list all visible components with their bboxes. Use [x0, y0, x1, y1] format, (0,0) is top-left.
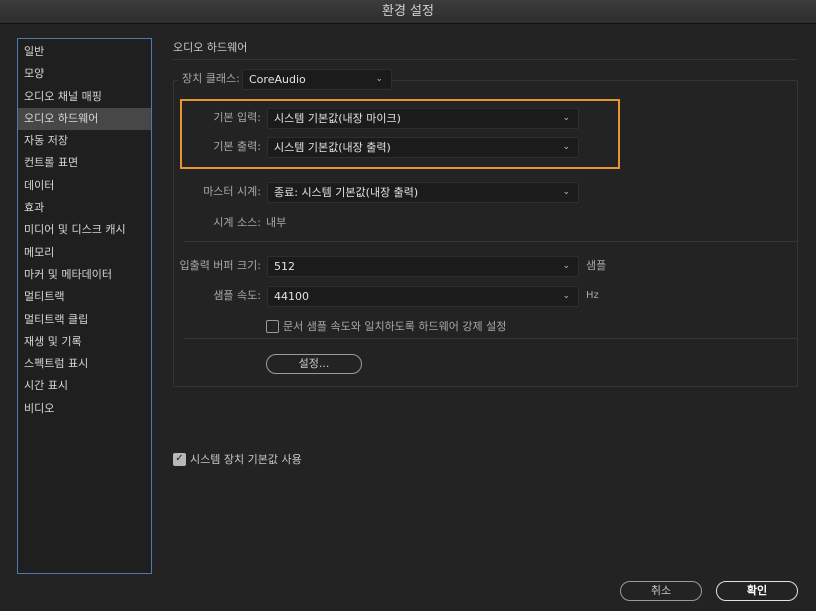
chevron-down-icon: ⌄: [375, 74, 383, 84]
device-class-value: CoreAudio: [249, 73, 306, 86]
sidebar-item[interactable]: 컨트롤 표면: [18, 152, 151, 174]
master-clock-label: 마스터 시계:: [203, 185, 261, 198]
cancel-button[interactable]: 취소: [620, 581, 702, 601]
divider: [184, 241, 797, 242]
section-title: 오디오 하드웨어: [173, 41, 248, 54]
divider: [184, 338, 797, 339]
default-input-dropdown[interactable]: 시스템 기본값(내장 마이크) ⌄: [267, 108, 579, 129]
default-input-value: 시스템 기본값(내장 마이크): [274, 112, 401, 125]
sidebar-item[interactable]: 오디오 하드웨어: [18, 107, 151, 131]
clock-source-value: 내부: [266, 216, 287, 229]
sidebar-item[interactable]: 스펙트럼 표시: [18, 353, 151, 375]
checkbox-unchecked-icon[interactable]: [266, 319, 279, 333]
chevron-down-icon: ⌄: [562, 187, 570, 197]
sidebar-item[interactable]: 오디오 채널 매핑: [18, 86, 151, 108]
sample-rate-value: 44100: [274, 290, 309, 303]
checkmark-icon[interactable]: ✓: [173, 452, 186, 466]
default-output-value: 시스템 기본값(내장 출력): [274, 141, 391, 154]
use-system-default-label: 시스템 장치 기본값 사용: [190, 453, 302, 466]
sidebar-item[interactable]: 시간 표시: [18, 375, 151, 397]
force-rate-label: 문서 샘플 속도와 일치하도록 하드웨어 강제 설정: [283, 320, 507, 333]
sample-rate-dropdown[interactable]: 44100 ⌄: [267, 286, 579, 307]
chevron-down-icon: ⌄: [562, 291, 570, 301]
ok-button[interactable]: 확인: [716, 581, 798, 601]
buffer-size-unit: 샘플: [586, 259, 607, 272]
buffer-size-dropdown[interactable]: 512 ⌄: [267, 256, 579, 277]
settings-button[interactable]: 설정...: [266, 354, 362, 374]
sample-rate-label: 샘플 속도:: [213, 289, 261, 302]
chevron-down-icon: ⌄: [562, 261, 570, 271]
category-list[interactable]: 일반 모양 오디오 채널 매핑 오디오 하드웨어 자동 저장 컨트롤 표면 데이터 효과 미디어…: [17, 38, 152, 574]
sidebar-item[interactable]: 자동 저장: [18, 130, 151, 152]
device-class-dropdown[interactable]: CoreAudio ⌄: [242, 69, 392, 90]
title-bar: 환경 설정: [0, 0, 816, 24]
master-clock-value: 종료: 시스템 기본값(내장 출력): [274, 186, 419, 199]
default-output-dropdown[interactable]: 시스템 기본값(내장 출력) ⌄: [267, 137, 579, 158]
chevron-down-icon: ⌄: [562, 113, 570, 123]
sidebar-item[interactable]: 재생 및 기록: [18, 331, 151, 353]
sidebar-item[interactable]: 데이터: [18, 175, 151, 197]
clock-source-label: 시계 소스:: [213, 216, 261, 229]
master-clock-dropdown[interactable]: 종료: 시스템 기본값(내장 출력) ⌄: [267, 182, 579, 203]
sample-rate-unit: Hz: [586, 290, 599, 301]
buffer-size-value: 512: [274, 260, 295, 273]
divider: [173, 59, 797, 60]
chevron-down-icon: ⌄: [562, 142, 570, 152]
use-system-default-checkbox[interactable]: ✓ 시스템 장치 기본값 사용: [173, 451, 302, 467]
sidebar-item[interactable]: 멀티트랙 클립: [18, 309, 151, 331]
sidebar-item[interactable]: 미디어 및 디스크 캐시: [18, 219, 151, 241]
sidebar-item[interactable]: 멀티트랙: [18, 286, 151, 308]
sidebar-item[interactable]: 모양: [18, 63, 151, 85]
sidebar-item[interactable]: 비디오: [18, 398, 151, 420]
default-output-label: 기본 출력:: [213, 140, 261, 153]
default-input-label: 기본 입력:: [213, 111, 261, 124]
sidebar-item[interactable]: 효과: [18, 197, 151, 219]
buffer-size-label: 입출력 버퍼 크기:: [179, 259, 261, 272]
force-rate-checkbox[interactable]: 문서 샘플 속도와 일치하도록 하드웨어 강제 설정: [266, 318, 506, 334]
sidebar-item[interactable]: 일반: [18, 41, 151, 63]
device-class-label: 장치 클래스:: [178, 69, 244, 89]
window-title: 환경 설정: [382, 4, 434, 19]
